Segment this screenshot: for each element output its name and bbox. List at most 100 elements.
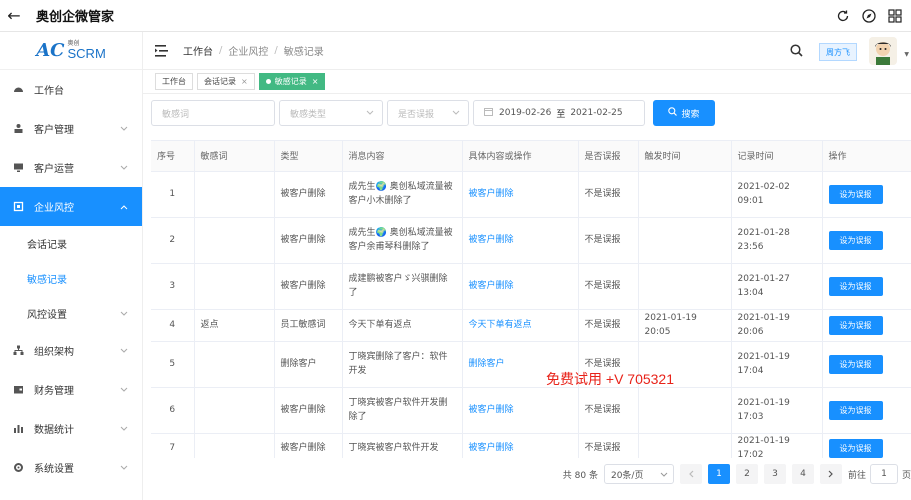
sidebar: AC 奥创 SCRM 工作台 客户管理 客户运营 企业风控 会话记录 敏感记录 … bbox=[0, 32, 143, 500]
chevron-down-icon bbox=[452, 109, 460, 119]
search-icon[interactable] bbox=[790, 44, 803, 60]
sidebar-item-operations[interactable]: 客户运营 bbox=[0, 148, 142, 187]
gauge-icon bbox=[12, 84, 24, 96]
sidebar-subitem-risk-settings[interactable]: 风控设置 bbox=[0, 296, 142, 331]
sidebar-item-customers[interactable]: 客户管理 bbox=[0, 109, 142, 148]
logo[interactable]: AC 奥创 SCRM bbox=[0, 32, 142, 70]
page-button[interactable]: 2 bbox=[735, 464, 758, 484]
prev-page-button[interactable] bbox=[679, 464, 702, 484]
goto-label: 前往 bbox=[847, 470, 866, 481]
detail-link[interactable]: 今天下单有返点 bbox=[469, 320, 532, 330]
detail-link[interactable]: 被客户删除 bbox=[469, 235, 514, 245]
grid-icon[interactable] bbox=[887, 8, 903, 24]
table-row: 2 被客户删除 成先生🌍 奥创私域流量被客户余甫琴科删除了 被客户删除 不是误报… bbox=[151, 217, 911, 264]
cell-action: 设为误报 bbox=[822, 387, 911, 434]
app-title: 奥创企微管家 bbox=[36, 10, 115, 25]
chevron-down-icon bbox=[120, 124, 128, 135]
cell-no: 4 bbox=[151, 309, 195, 342]
avatar[interactable] bbox=[869, 37, 897, 65]
cell-action: 设为误报 bbox=[822, 433, 911, 458]
filter-bar: 敏感词 敏感类型 是否误报 2019-02-26 至 2021-02-25 搜索 bbox=[151, 100, 715, 126]
cell-trigger-time bbox=[638, 387, 732, 434]
search-button[interactable]: 搜索 bbox=[653, 100, 715, 126]
refresh-icon[interactable] bbox=[835, 8, 851, 24]
sidebar-item-label: 客户管理 bbox=[34, 125, 74, 136]
date-start: 2019-02-26 bbox=[499, 108, 552, 118]
cell-content: 丁晓宾被客户软件开发删除了 bbox=[342, 387, 463, 434]
detail-link[interactable]: 被客户删除 bbox=[469, 281, 514, 291]
page-button[interactable]: 4 bbox=[791, 464, 814, 484]
mark-misreport-button[interactable]: 设为误报 bbox=[828, 276, 883, 296]
page-size-select[interactable]: 20条/页 bbox=[603, 464, 674, 484]
cell-action: 设为误报 bbox=[822, 309, 911, 342]
keyword-input[interactable]: 敏感词 bbox=[151, 100, 275, 126]
close-icon[interactable]: × bbox=[312, 77, 319, 86]
close-icon[interactable]: × bbox=[241, 77, 248, 86]
cell-word bbox=[194, 433, 275, 458]
date-range-picker[interactable]: 2019-02-26 至 2021-02-25 bbox=[473, 100, 645, 126]
mark-misreport-button[interactable]: 设为误报 bbox=[828, 354, 883, 374]
detail-link[interactable]: 被客户删除 bbox=[469, 189, 514, 199]
menu-fold-icon[interactable] bbox=[155, 44, 169, 57]
tag-dashboard[interactable]: 工作台 bbox=[155, 73, 193, 90]
cell-content: 丁晓宾被客户软件开发 bbox=[342, 433, 463, 458]
page-button[interactable]: 1 bbox=[707, 464, 730, 484]
mark-misreport-button[interactable]: 设为误报 bbox=[828, 400, 883, 420]
detail-link[interactable]: 删除客户 bbox=[469, 359, 505, 369]
cell-content: 成先生🌍 奥创私域流量被客户余甫琴科删除了 bbox=[342, 217, 463, 264]
back-arrow-icon[interactable]: ← bbox=[0, 6, 28, 25]
table-header-row: 序号 敏感词 类型 消息内容 具体内容或操作 是否误报 触发时间 记录时间 操作 bbox=[151, 141, 911, 172]
detail-link[interactable]: 被客户删除 bbox=[469, 443, 514, 453]
cell-type: 被客户删除 bbox=[274, 171, 343, 218]
mark-misreport-button[interactable]: 设为误报 bbox=[828, 315, 883, 335]
tag-chat-records[interactable]: 会话记录 × bbox=[197, 73, 255, 90]
breadcrumb-home[interactable]: 工作台 bbox=[183, 43, 213, 58]
mark-misreport-button[interactable]: 设为误报 bbox=[828, 438, 883, 458]
page-button[interactable]: 3 bbox=[763, 464, 786, 484]
header-record-time: 记录时间 bbox=[731, 141, 823, 172]
tag-sensitive-records[interactable]: 敏感记录 × bbox=[258, 73, 326, 90]
type-select[interactable]: 敏感类型 bbox=[279, 100, 383, 126]
page-suffix: 页 bbox=[901, 470, 911, 481]
misreport-select[interactable]: 是否误报 bbox=[387, 100, 469, 126]
cell-type: 被客户删除 bbox=[274, 263, 343, 310]
table-row: 6 被客户删除 丁晓宾被客户软件开发删除了 被客户删除 不是误报 2021-01… bbox=[151, 387, 911, 434]
cell-action: 设为误报 bbox=[822, 341, 911, 388]
mark-misreport-button[interactable]: 设为误报 bbox=[828, 184, 883, 204]
sidebar-item-dashboard[interactable]: 工作台 bbox=[0, 70, 142, 109]
cell-misreport: 不是误报 bbox=[578, 433, 639, 458]
sidebar-subitem-sensitive-records[interactable]: 敏感记录 bbox=[0, 261, 142, 296]
user-name-badge[interactable]: 周方飞 bbox=[819, 43, 857, 61]
chevron-up-icon bbox=[120, 202, 128, 213]
cell-record-time: 2021-01-19 17:03 bbox=[731, 387, 823, 434]
cell-record-time: 2021-01-28 23:56 bbox=[731, 217, 823, 264]
table-row: 7 被客户删除 丁晓宾被客户软件开发 被客户删除 不是误报 2021-01-19… bbox=[151, 433, 911, 458]
sidebar-item-organization[interactable]: 组织架构 bbox=[0, 331, 142, 370]
cell-misreport: 不是误报 bbox=[578, 171, 639, 218]
cell-detail: 今天下单有返点 bbox=[462, 309, 579, 342]
next-page-button[interactable] bbox=[819, 464, 842, 484]
breadcrumb-current: 敏感记录 bbox=[283, 47, 324, 58]
cell-word bbox=[194, 171, 275, 218]
monitor-icon bbox=[12, 162, 24, 174]
sidebar-item-settings[interactable]: 系统设置 bbox=[0, 448, 142, 487]
table-row: 5 删除客户 丁晓宾删除了客户：软件开发 删除客户 不是误报 2021-01-1… bbox=[151, 341, 911, 388]
sidebar-item-risk-control[interactable]: 企业风控 bbox=[0, 187, 142, 226]
cell-type: 删除客户 bbox=[274, 341, 343, 388]
cell-detail: 被客户删除 bbox=[462, 433, 579, 458]
cell-content: 成先生🌍 奥创私域流量被客户小木删除了 bbox=[342, 171, 463, 218]
cell-record-time: 2021-01-19 17:04 bbox=[731, 341, 823, 388]
detail-link[interactable]: 被客户删除 bbox=[469, 405, 514, 415]
sidebar-item-statistics[interactable]: 数据统计 bbox=[0, 409, 142, 448]
cell-trigger-time bbox=[638, 433, 732, 458]
page-jumper: 前往 1 页 bbox=[848, 464, 911, 484]
cell-action: 设为误报 bbox=[822, 217, 911, 264]
active-dot-icon bbox=[265, 79, 271, 84]
mark-misreport-button[interactable]: 设为误报 bbox=[828, 230, 883, 250]
compass-icon[interactable] bbox=[861, 8, 877, 24]
sidebar-item-finance[interactable]: 财务管理 bbox=[0, 370, 142, 409]
sidebar-subitem-chat-records[interactable]: 会话记录 bbox=[0, 226, 142, 261]
goto-page-input[interactable]: 1 bbox=[869, 464, 898, 484]
caret-down-icon[interactable]: ▼ bbox=[904, 51, 909, 58]
cell-no: 7 bbox=[151, 433, 195, 458]
